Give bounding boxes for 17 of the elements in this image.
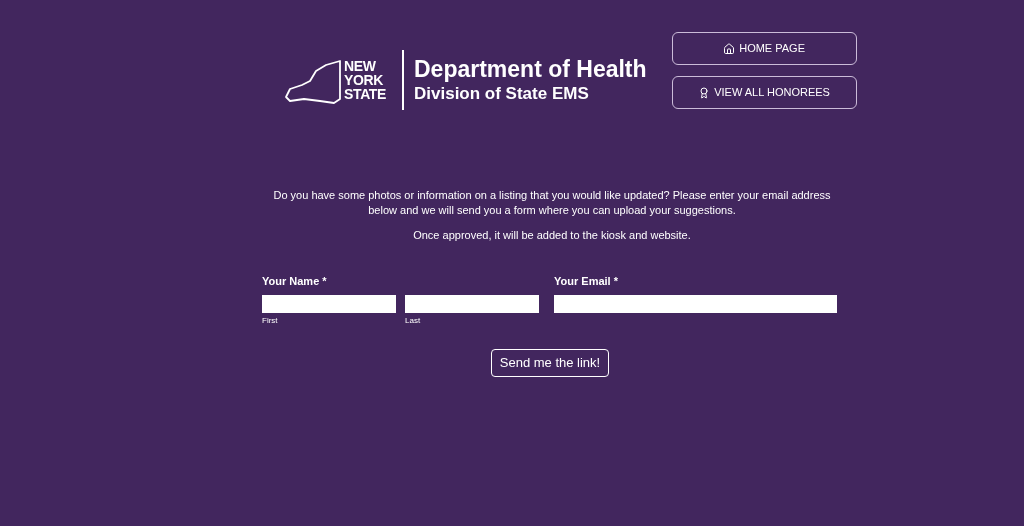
nav-button[interactable]: HOME PAGE <box>671 32 857 65</box>
intro-paragraph: Do you have some photos or information on a listing that you would like updated? Please enter your email address below and we will send you a form where you can upload your suggestions. <box>272 188 832 218</box>
first-sublabel: First <box>262 314 279 327</box>
state-wordmark: NEW YORK STATE <box>344 59 388 101</box>
last-sublabel: Last <box>405 314 422 327</box>
name-label: Your Name * <box>262 274 328 289</box>
nav-button[interactable]: VIEW ALL HONOREES <box>671 76 857 109</box>
first-name-field[interactable] <box>262 294 396 313</box>
division-title: Division of State EMS <box>414 83 590 105</box>
intro-paragraph: Once approved, it will be added to the kiosk and website. <box>413 228 691 243</box>
home-icon <box>723 42 736 55</box>
email-field[interactable] <box>554 294 837 313</box>
email-label: Your Email * <box>554 274 619 289</box>
last-name-field[interactable] <box>405 294 539 313</box>
submit-button[interactable]: Send me the link! <box>491 348 609 377</box>
department-title: Department of Health <box>414 55 647 83</box>
award-icon <box>698 86 711 99</box>
